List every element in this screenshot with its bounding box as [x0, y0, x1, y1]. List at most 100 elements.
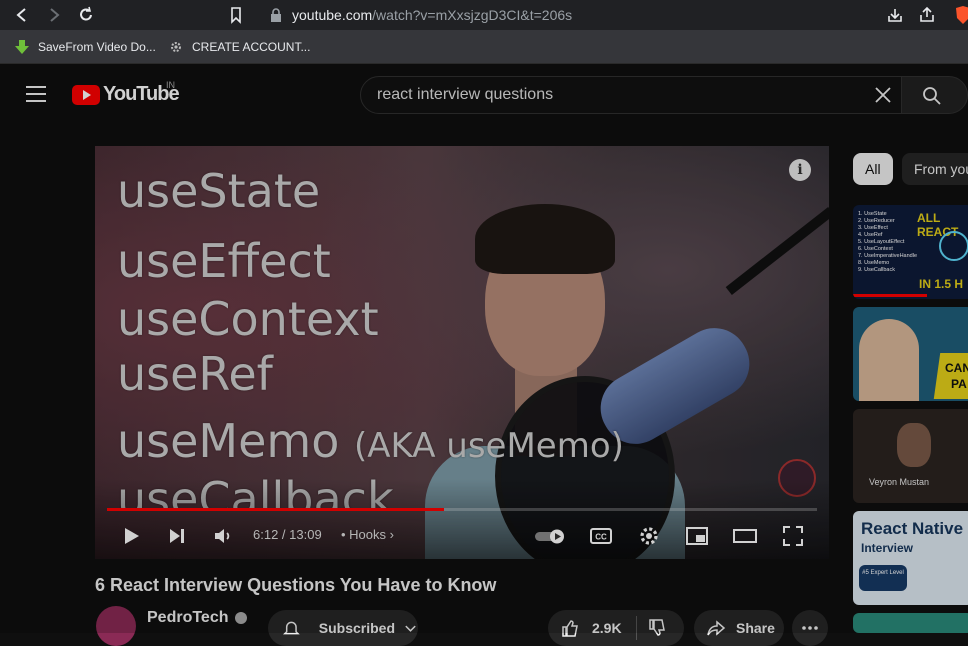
channel-name: PedroTech [147, 609, 229, 626]
thumbnail-hook-list: 1. UseState 2. UseReducer 3. UseEffect 4… [858, 211, 917, 274]
list-item: 8. UseMemo [858, 260, 890, 266]
progress-played [107, 508, 444, 511]
play-icon[interactable] [119, 524, 143, 548]
subscribe-label: Subscribed [318, 620, 395, 636]
video-title: 6 React Interview Questions You Have to … [95, 575, 497, 595]
thumbnail-headline: CAN [945, 361, 968, 375]
overlay-line: useMemo [117, 414, 340, 468]
bookmark-icon[interactable] [226, 5, 246, 25]
overlay-line: useState [117, 164, 321, 218]
chapter-label: • Hooks [341, 527, 387, 542]
forward-icon[interactable] [44, 5, 64, 25]
volume-icon[interactable] [211, 524, 235, 548]
download-arrow-icon [15, 40, 29, 54]
thumbnail-subtitle: Interview [861, 541, 914, 555]
settings-icon[interactable] [637, 524, 661, 548]
back-icon[interactable] [12, 5, 32, 25]
more-horizontal-icon [802, 626, 818, 630]
list-item: 3. UseEffect [858, 225, 888, 231]
menu-icon[interactable] [26, 86, 46, 102]
lock-icon [271, 8, 281, 22]
list-item: 7. UseImperativeHandle [858, 253, 918, 259]
channel-avatar[interactable] [96, 606, 136, 646]
region-code: IN [166, 80, 175, 90]
list-item: 9. UseCallback [858, 267, 895, 273]
share-button[interactable]: Share [694, 610, 784, 646]
theater-mode-icon[interactable] [733, 524, 757, 548]
bookmark-savefrom[interactable]: SaveFrom Video Do... [14, 39, 156, 55]
chip-from-you[interactable]: From you [902, 153, 968, 185]
subscribe-button[interactable]: Subscribed [268, 610, 418, 646]
thumbnail-person [897, 423, 931, 467]
fullscreen-icon[interactable] [781, 524, 805, 548]
thumbnail-person [859, 319, 919, 401]
verified-icon [234, 612, 247, 624]
info-icon[interactable]: i [789, 159, 811, 181]
recommended-video-thumbnail[interactable]: CAN PA [853, 307, 968, 401]
overlay-line: useEffect [117, 234, 331, 288]
bookmark-label: CREATE ACCOUNT... [192, 40, 311, 54]
close-icon[interactable] [873, 85, 893, 105]
share-label: Share [736, 620, 775, 636]
divider [635, 616, 637, 640]
next-icon[interactable] [165, 524, 189, 548]
progress-bar[interactable] [107, 508, 817, 511]
thumbnail-banner [933, 353, 968, 399]
search-query: react interview questions [377, 86, 554, 103]
thumbnail-title: React Native [861, 519, 964, 538]
chapter-button[interactable]: • Hooks › [341, 527, 394, 542]
download-icon[interactable] [886, 6, 904, 24]
channel-link[interactable]: PedroTech [147, 609, 247, 627]
thumbnail-footer: IN 1.5 H [919, 277, 964, 291]
address-bar[interactable]: youtube.com/watch?v=mXxsjzgD3CI&t=206s [258, 2, 968, 28]
url-text: youtube.com/watch?v=mXxsjzgD3CI&t=206s [292, 7, 573, 23]
brave-shield-icon[interactable] [954, 5, 968, 25]
bookmark-label: SaveFrom Video Do... [38, 40, 156, 54]
youtube-logo[interactable]: YouTube IN [72, 80, 180, 106]
share-page-icon[interactable] [918, 6, 936, 24]
recommended-video-thumbnail[interactable]: React Native Interview #5 Expert Level [853, 511, 968, 605]
list-item: 4. UseRef [858, 232, 883, 238]
miniplayer-icon[interactable] [685, 524, 709, 548]
list-item: 6. UseContext [858, 246, 893, 252]
reload-icon[interactable] [76, 5, 96, 25]
thumbs-down-icon[interactable] [647, 618, 667, 638]
gear-icon [171, 42, 181, 52]
overlay-line-memo: useMemo (AKA useMemo) [117, 418, 624, 464]
overlay-line: useContext [117, 292, 379, 346]
bookmarks-bar: SaveFrom Video Do... CREATE ACCOUNT... [0, 30, 968, 64]
recommended-video-thumbnail[interactable] [853, 613, 968, 633]
share-arrow-icon [707, 620, 726, 636]
play-logo-icon [72, 84, 100, 105]
bell-icon [283, 621, 300, 635]
more-actions-button[interactable] [792, 610, 828, 646]
search-input[interactable]: react interview questions [360, 76, 902, 114]
captions-icon[interactable]: CC [589, 524, 613, 548]
thumbnail-badge: #5 Expert Level [859, 565, 907, 591]
thumbnail-speaker-name: Veyron Mustan [869, 477, 930, 487]
overlay-line: useRef [117, 347, 273, 401]
presenter-hair [475, 204, 615, 274]
watched-progress [853, 294, 927, 297]
controls-gradient [95, 479, 829, 559]
video-player[interactable]: useState useEffect useContext useRef use… [95, 146, 829, 559]
svg-text:CC: CC [595, 533, 607, 542]
autoplay-toggle[interactable] [533, 524, 569, 548]
react-logo-icon [939, 231, 968, 261]
list-item: 2. UseReducer [858, 218, 895, 224]
like-count: 2.9K [592, 620, 622, 636]
chevron-down-icon [405, 625, 416, 632]
bookmark-create-account[interactable]: CREATE ACCOUNT... [168, 39, 310, 55]
chip-all[interactable]: All [853, 153, 893, 185]
overlay-aka: (AKA useMemo) [354, 426, 624, 466]
time-display: 6:12 / 13:09 [253, 527, 322, 542]
recommended-video-thumbnail[interactable]: Veyron Mustan [853, 409, 968, 503]
browser-toolbar: youtube.com/watch?v=mXxsjzgD3CI&t=206s [0, 0, 968, 30]
youtube-header: YouTube IN react interview questions [0, 64, 968, 124]
search-button[interactable] [901, 76, 968, 114]
recommended-video-thumbnail[interactable]: 1. UseState 2. UseReducer 3. UseEffect 4… [853, 205, 968, 299]
list-item: 5. UseLayoutEffect [858, 239, 905, 245]
thumbs-up-icon[interactable] [560, 618, 580, 638]
list-item: 1. UseState [858, 211, 887, 217]
like-dislike-group: 2.9K [548, 610, 684, 646]
